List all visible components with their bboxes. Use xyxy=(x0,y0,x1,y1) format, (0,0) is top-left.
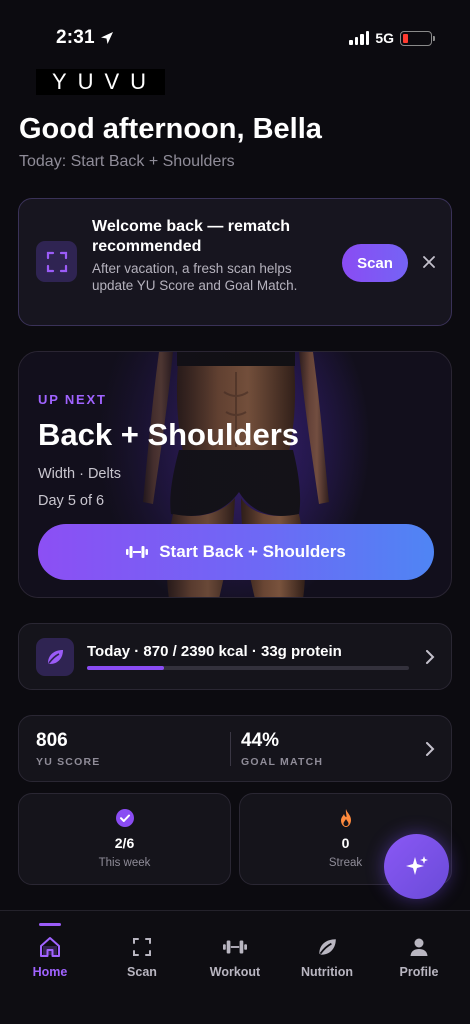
dumbbell-icon xyxy=(126,546,149,558)
workout-title: Back + Shoulders xyxy=(38,417,300,452)
app-logo: YUVU xyxy=(36,69,165,95)
home-icon xyxy=(38,935,62,959)
status-indicators: 5G xyxy=(349,30,435,46)
chevron-right-icon xyxy=(426,649,435,664)
status-time-text: 2:31 xyxy=(56,27,95,48)
battery-icon xyxy=(400,30,435,46)
goal-match-label: GOAL MATCH xyxy=(241,756,324,768)
active-tab-indicator xyxy=(39,923,61,926)
this-week-value: 2/6 xyxy=(114,835,135,851)
check-circle-icon xyxy=(115,809,134,827)
tab-nutrition[interactable]: Nutrition xyxy=(282,911,372,991)
this-week-card[interactable]: 2/6 This week xyxy=(18,793,231,885)
tab-home[interactable]: Home xyxy=(5,911,95,991)
greeting-title: Good afternoon, Bella xyxy=(19,113,322,145)
yu-score-value: 806 xyxy=(36,730,68,751)
scan-frame-icon xyxy=(36,241,77,282)
leaf-icon xyxy=(36,638,74,676)
chevron-right-icon xyxy=(426,741,435,756)
dumbbell-icon xyxy=(223,935,247,959)
bottom-tab-bar: Home Scan Workout Nutrition Profile xyxy=(0,910,470,1024)
workout-day: Day 5 of 6 xyxy=(38,493,105,509)
status-time: 2:31 xyxy=(56,27,115,49)
kcal-progress-bar xyxy=(87,666,409,670)
start-workout-label: Start Back + Shoulders xyxy=(159,542,346,561)
tab-workout-label: Workout xyxy=(209,965,261,979)
close-icon[interactable] xyxy=(417,250,441,274)
score-divider xyxy=(230,732,231,766)
cellular-signal-icon xyxy=(349,31,370,45)
leaf-icon xyxy=(315,935,339,959)
person-icon xyxy=(407,935,431,959)
welcome-banner: Welcome back — rematch recommended After… xyxy=(18,198,452,326)
status-bar: 2:31 5G xyxy=(0,0,470,70)
location-arrow-icon xyxy=(100,32,113,44)
kcal-progress-fill xyxy=(87,666,165,670)
sparkle-icon xyxy=(405,855,428,875)
start-workout-button[interactable]: Start Back + Shoulders xyxy=(38,524,434,580)
score-summary-card[interactable]: 806 YU SCORE 44% GOAL MATCH xyxy=(18,715,452,782)
tab-scan-label: Scan xyxy=(127,965,157,979)
yu-score-label: YU SCORE xyxy=(36,756,101,768)
tab-workout[interactable]: Workout xyxy=(190,911,280,991)
welcome-title: Welcome back — rematch recommended xyxy=(92,218,291,255)
nutrition-text: Today · 870 / 2390 kcal · 33g protein xyxy=(87,643,342,660)
tab-scan[interactable]: Scan xyxy=(97,911,187,991)
nutrition-summary-card[interactable]: Today · 870 / 2390 kcal · 33g protein xyxy=(18,623,452,690)
tab-profile[interactable]: Profile xyxy=(374,911,464,991)
flame-icon xyxy=(340,809,351,827)
welcome-description: After vacation, a fresh scan helps updat… xyxy=(92,261,298,293)
up-next-card[interactable]: UP NEXT Back + Shoulders Width · Delts D… xyxy=(18,351,452,598)
ai-assistant-button[interactable] xyxy=(384,834,449,899)
scan-button[interactable]: Scan xyxy=(342,244,408,282)
goal-match-value: 44% xyxy=(241,730,280,751)
tab-home-label: Home xyxy=(32,965,68,979)
tab-profile-label: Profile xyxy=(399,965,439,979)
network-type: 5G xyxy=(375,30,394,46)
scan-icon xyxy=(130,935,154,959)
greeting-subtitle: Today: Start Back + Shoulders xyxy=(19,153,235,170)
workout-focus: Width · Delts xyxy=(38,466,121,482)
tab-nutrition-label: Nutrition xyxy=(300,965,354,979)
up-next-label: UP NEXT xyxy=(38,392,107,407)
this-week-label: This week xyxy=(98,857,151,869)
